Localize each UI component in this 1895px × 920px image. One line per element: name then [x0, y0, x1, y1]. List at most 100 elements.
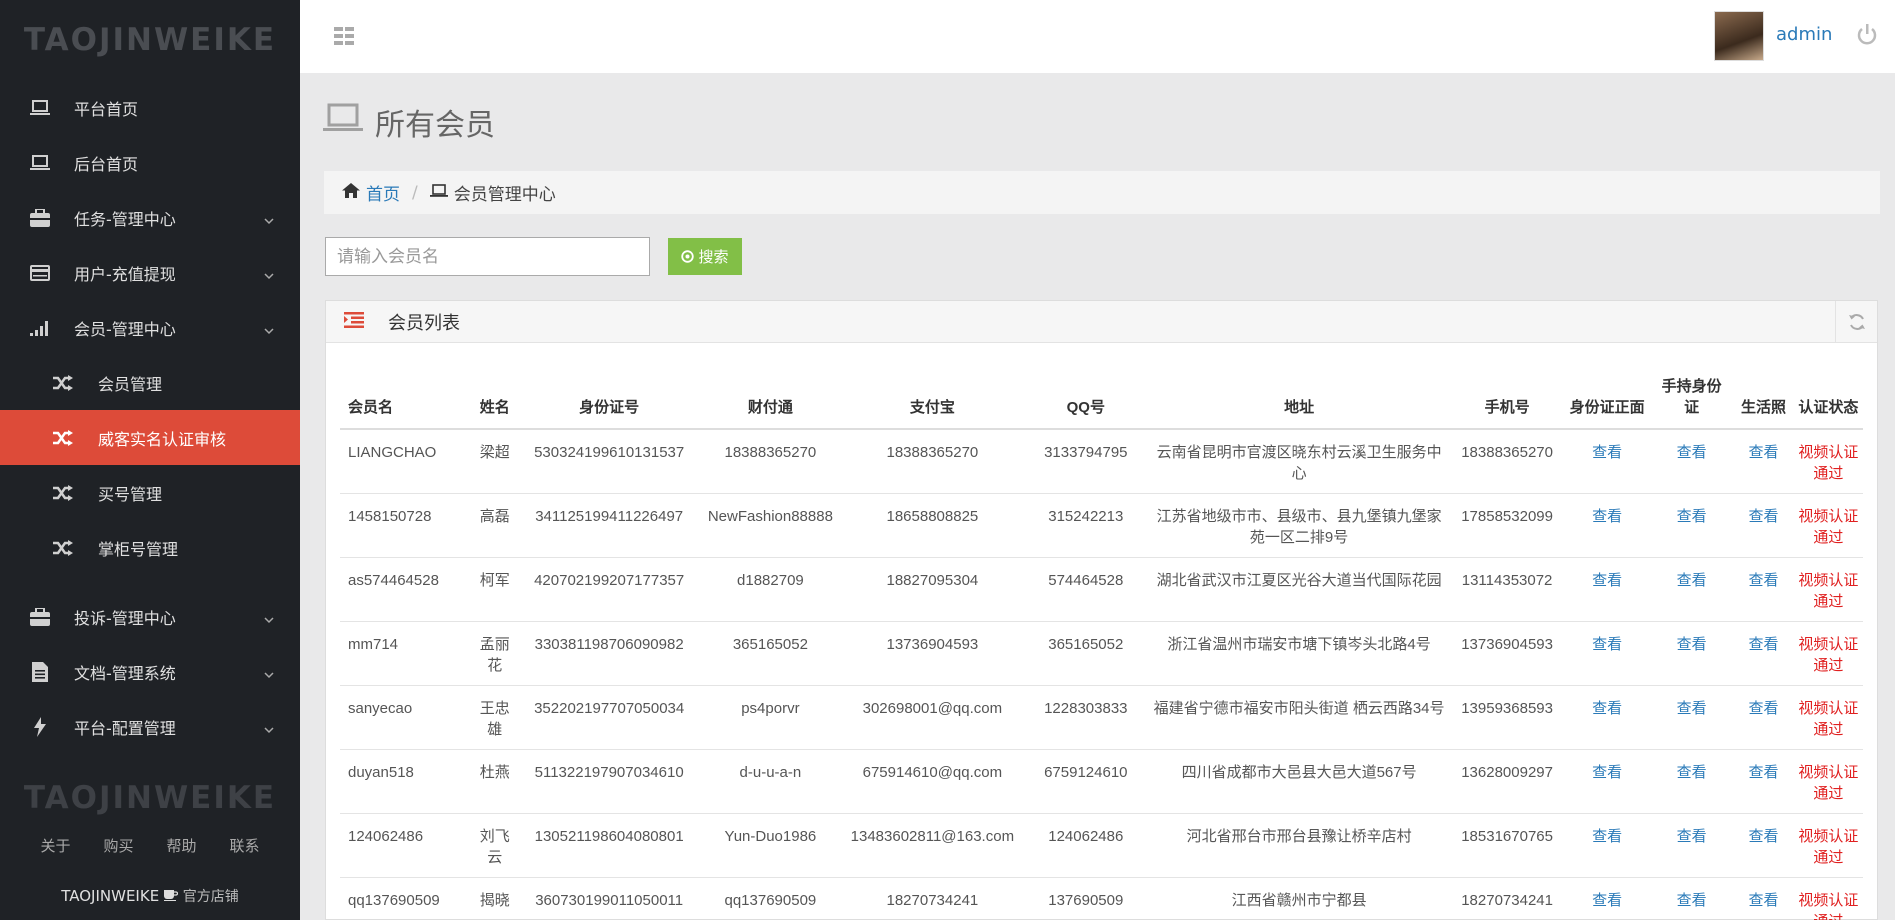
cell-tenpay: 18388365270 [699, 429, 842, 494]
brand-logo[interactable]: TAOJINWEIKE [0, 0, 300, 80]
sidebar-item-task-center[interactable]: 任务-管理中心 [0, 190, 300, 245]
sidebar-subitem-buyer-accounts[interactable]: 买号管理 [0, 465, 300, 520]
view-id-front-link[interactable]: 查看 [1592, 828, 1622, 845]
view-id-handheld-link[interactable]: 查看 [1677, 636, 1707, 653]
power-icon[interactable] [1857, 24, 1877, 50]
cell-alipay: 18270734241 [841, 877, 1024, 920]
view-id-front-link[interactable]: 查看 [1592, 764, 1622, 781]
sidebar-item-label: 文档-管理系统 [74, 663, 176, 683]
cell-phone: 18531670765 [1450, 813, 1564, 878]
sidebar-subitem-shopkeeper-accounts[interactable]: 掌柜号管理 [0, 520, 300, 575]
document-icon [28, 661, 52, 683]
view-id-front-link[interactable]: 查看 [1592, 444, 1622, 461]
cell-alipay: 302698001@qq.com [841, 685, 1024, 750]
view-id-front-link[interactable]: 查看 [1592, 892, 1622, 909]
user-name[interactable]: admin [1776, 24, 1832, 45]
view-id-handheld-link[interactable]: 查看 [1677, 828, 1707, 845]
search-button[interactable]: 搜索 [668, 238, 742, 275]
col-alipay: 支付宝 [841, 373, 1024, 430]
cell-address: 江苏省地级市市、县级市、县九堡镇九堡家苑一区二排9号 [1148, 493, 1451, 558]
cell-name: 梁超 [470, 429, 519, 494]
page-title: 所有会员 [323, 100, 495, 144]
official-shop-link[interactable]: TAOJINWEIKE 官方店铺 [0, 886, 300, 906]
status-badge: 视频认证通过 [1798, 827, 1859, 866]
view-life-photo-link[interactable]: 查看 [1748, 828, 1778, 845]
sidebar-item-admin-home[interactable]: 后台首页 [0, 135, 300, 190]
cell-phone: 18388365270 [1450, 429, 1564, 494]
cell-name: 王忠雄 [470, 685, 519, 750]
view-life-photo-link[interactable]: 查看 [1748, 892, 1778, 909]
breadcrumb-separator: / [412, 182, 418, 203]
sidebar-item-recharge-withdraw[interactable]: 用户-充值提现 [0, 245, 300, 300]
laptop-icon [323, 103, 363, 141]
sidebar-item-label: 任务-管理中心 [74, 209, 176, 229]
view-id-handheld-link[interactable]: 查看 [1677, 572, 1707, 589]
sidebar-item-document-system[interactable]: 文档-管理系统 [0, 644, 300, 699]
sidebar-item-member-center[interactable]: 会员-管理中心 [0, 300, 300, 355]
shop-label: 官方店铺 [182, 889, 239, 905]
cell-qq: 3133794795 [1023, 429, 1149, 494]
col-qq: QQ号 [1023, 373, 1149, 430]
view-life-photo-link[interactable]: 查看 [1748, 444, 1778, 461]
view-id-front-link[interactable]: 查看 [1592, 572, 1622, 589]
footer-link-contact[interactable]: 联系 [229, 835, 259, 856]
view-id-handheld-link[interactable]: 查看 [1677, 444, 1707, 461]
breadcrumb-home-link[interactable]: 首页 [366, 180, 400, 205]
cell-tenpay: Yun-Duo1986 [699, 813, 842, 878]
footer-link-about[interactable]: 关于 [40, 835, 70, 856]
sidebar-subitem-label: 掌柜号管理 [98, 539, 179, 559]
sidebar-item-platform-home[interactable]: 平台首页 [0, 80, 300, 135]
cell-alipay: 18658808825 [841, 493, 1024, 558]
view-life-photo-link[interactable]: 查看 [1748, 764, 1778, 781]
status-badge: 视频认证通过 [1798, 763, 1859, 802]
view-id-handheld-link[interactable]: 查看 [1677, 892, 1707, 909]
view-life-photo-link[interactable]: 查看 [1748, 508, 1778, 525]
sidebar-subitem-label: 会员管理 [98, 374, 163, 394]
table-row: as574464528 柯军 420702199207177357 d18827… [340, 557, 1863, 622]
sidebar-subitem-realname-review[interactable]: 威客实名认证审核 [0, 410, 300, 465]
avatar[interactable] [1714, 11, 1764, 61]
shop-brand: TAOJINWEIKE [61, 887, 160, 905]
sidebar-item-platform-config[interactable]: 平台-配置管理 [0, 699, 300, 754]
cell-qq: 137690509 [1023, 877, 1149, 920]
view-id-front-link[interactable]: 查看 [1592, 508, 1622, 525]
cell-address: 四川省成都市大邑县大邑大道567号 [1148, 749, 1451, 814]
sidebar-item-label: 会员-管理中心 [74, 319, 176, 339]
grid-icon[interactable] [334, 27, 354, 49]
col-life-photo: 生活照 [1733, 373, 1794, 430]
cell-address: 湖北省武汉市江夏区光谷大道当代国际花园 [1148, 557, 1451, 622]
cell-name: 揭晓 [470, 877, 519, 920]
footer-link-buy[interactable]: 购买 [103, 835, 133, 856]
view-id-handheld-link[interactable]: 查看 [1677, 508, 1707, 525]
col-status: 认证状态 [1793, 373, 1863, 430]
cell-alipay: 13483602811@163.com [841, 813, 1024, 878]
member-search-input[interactable] [325, 237, 650, 276]
cell-id-number: 530324199610131537 [518, 429, 700, 494]
signal-icon [28, 317, 52, 339]
shuffle-icon [52, 372, 74, 394]
view-life-photo-link[interactable]: 查看 [1748, 636, 1778, 653]
coffee-icon [163, 887, 179, 905]
sidebar-item-complaint-center[interactable]: 投诉-管理中心 [0, 589, 300, 644]
col-phone: 手机号 [1450, 373, 1564, 430]
cell-name: 柯军 [470, 557, 519, 622]
cell-username: duyan518 [340, 749, 471, 814]
footer-link-help[interactable]: 帮助 [166, 835, 196, 856]
view-id-handheld-link[interactable]: 查看 [1677, 764, 1707, 781]
view-life-photo-link[interactable]: 查看 [1748, 572, 1778, 589]
cell-address: 福建省宁德市福安市阳头街道 栖云西路34号 [1148, 685, 1451, 750]
col-id-handheld: 手持身份证 [1650, 373, 1734, 430]
cell-alipay: 18827095304 [841, 557, 1024, 622]
refresh-icon[interactable] [1835, 301, 1877, 343]
footer-links: 关于 购买 帮助 联系 [0, 835, 300, 856]
panel-title: 会员列表 [388, 312, 460, 334]
view-id-front-link[interactable]: 查看 [1592, 700, 1622, 717]
view-id-handheld-link[interactable]: 查看 [1677, 700, 1707, 717]
cell-phone: 13736904593 [1450, 621, 1564, 686]
status-badge: 视频认证通过 [1798, 891, 1859, 920]
view-id-front-link[interactable]: 查看 [1592, 636, 1622, 653]
view-life-photo-link[interactable]: 查看 [1748, 700, 1778, 717]
sidebar-subitem-member-manage[interactable]: 会员管理 [0, 355, 300, 410]
cell-name: 孟丽花 [470, 621, 519, 686]
chevron-down-icon [264, 265, 274, 284]
